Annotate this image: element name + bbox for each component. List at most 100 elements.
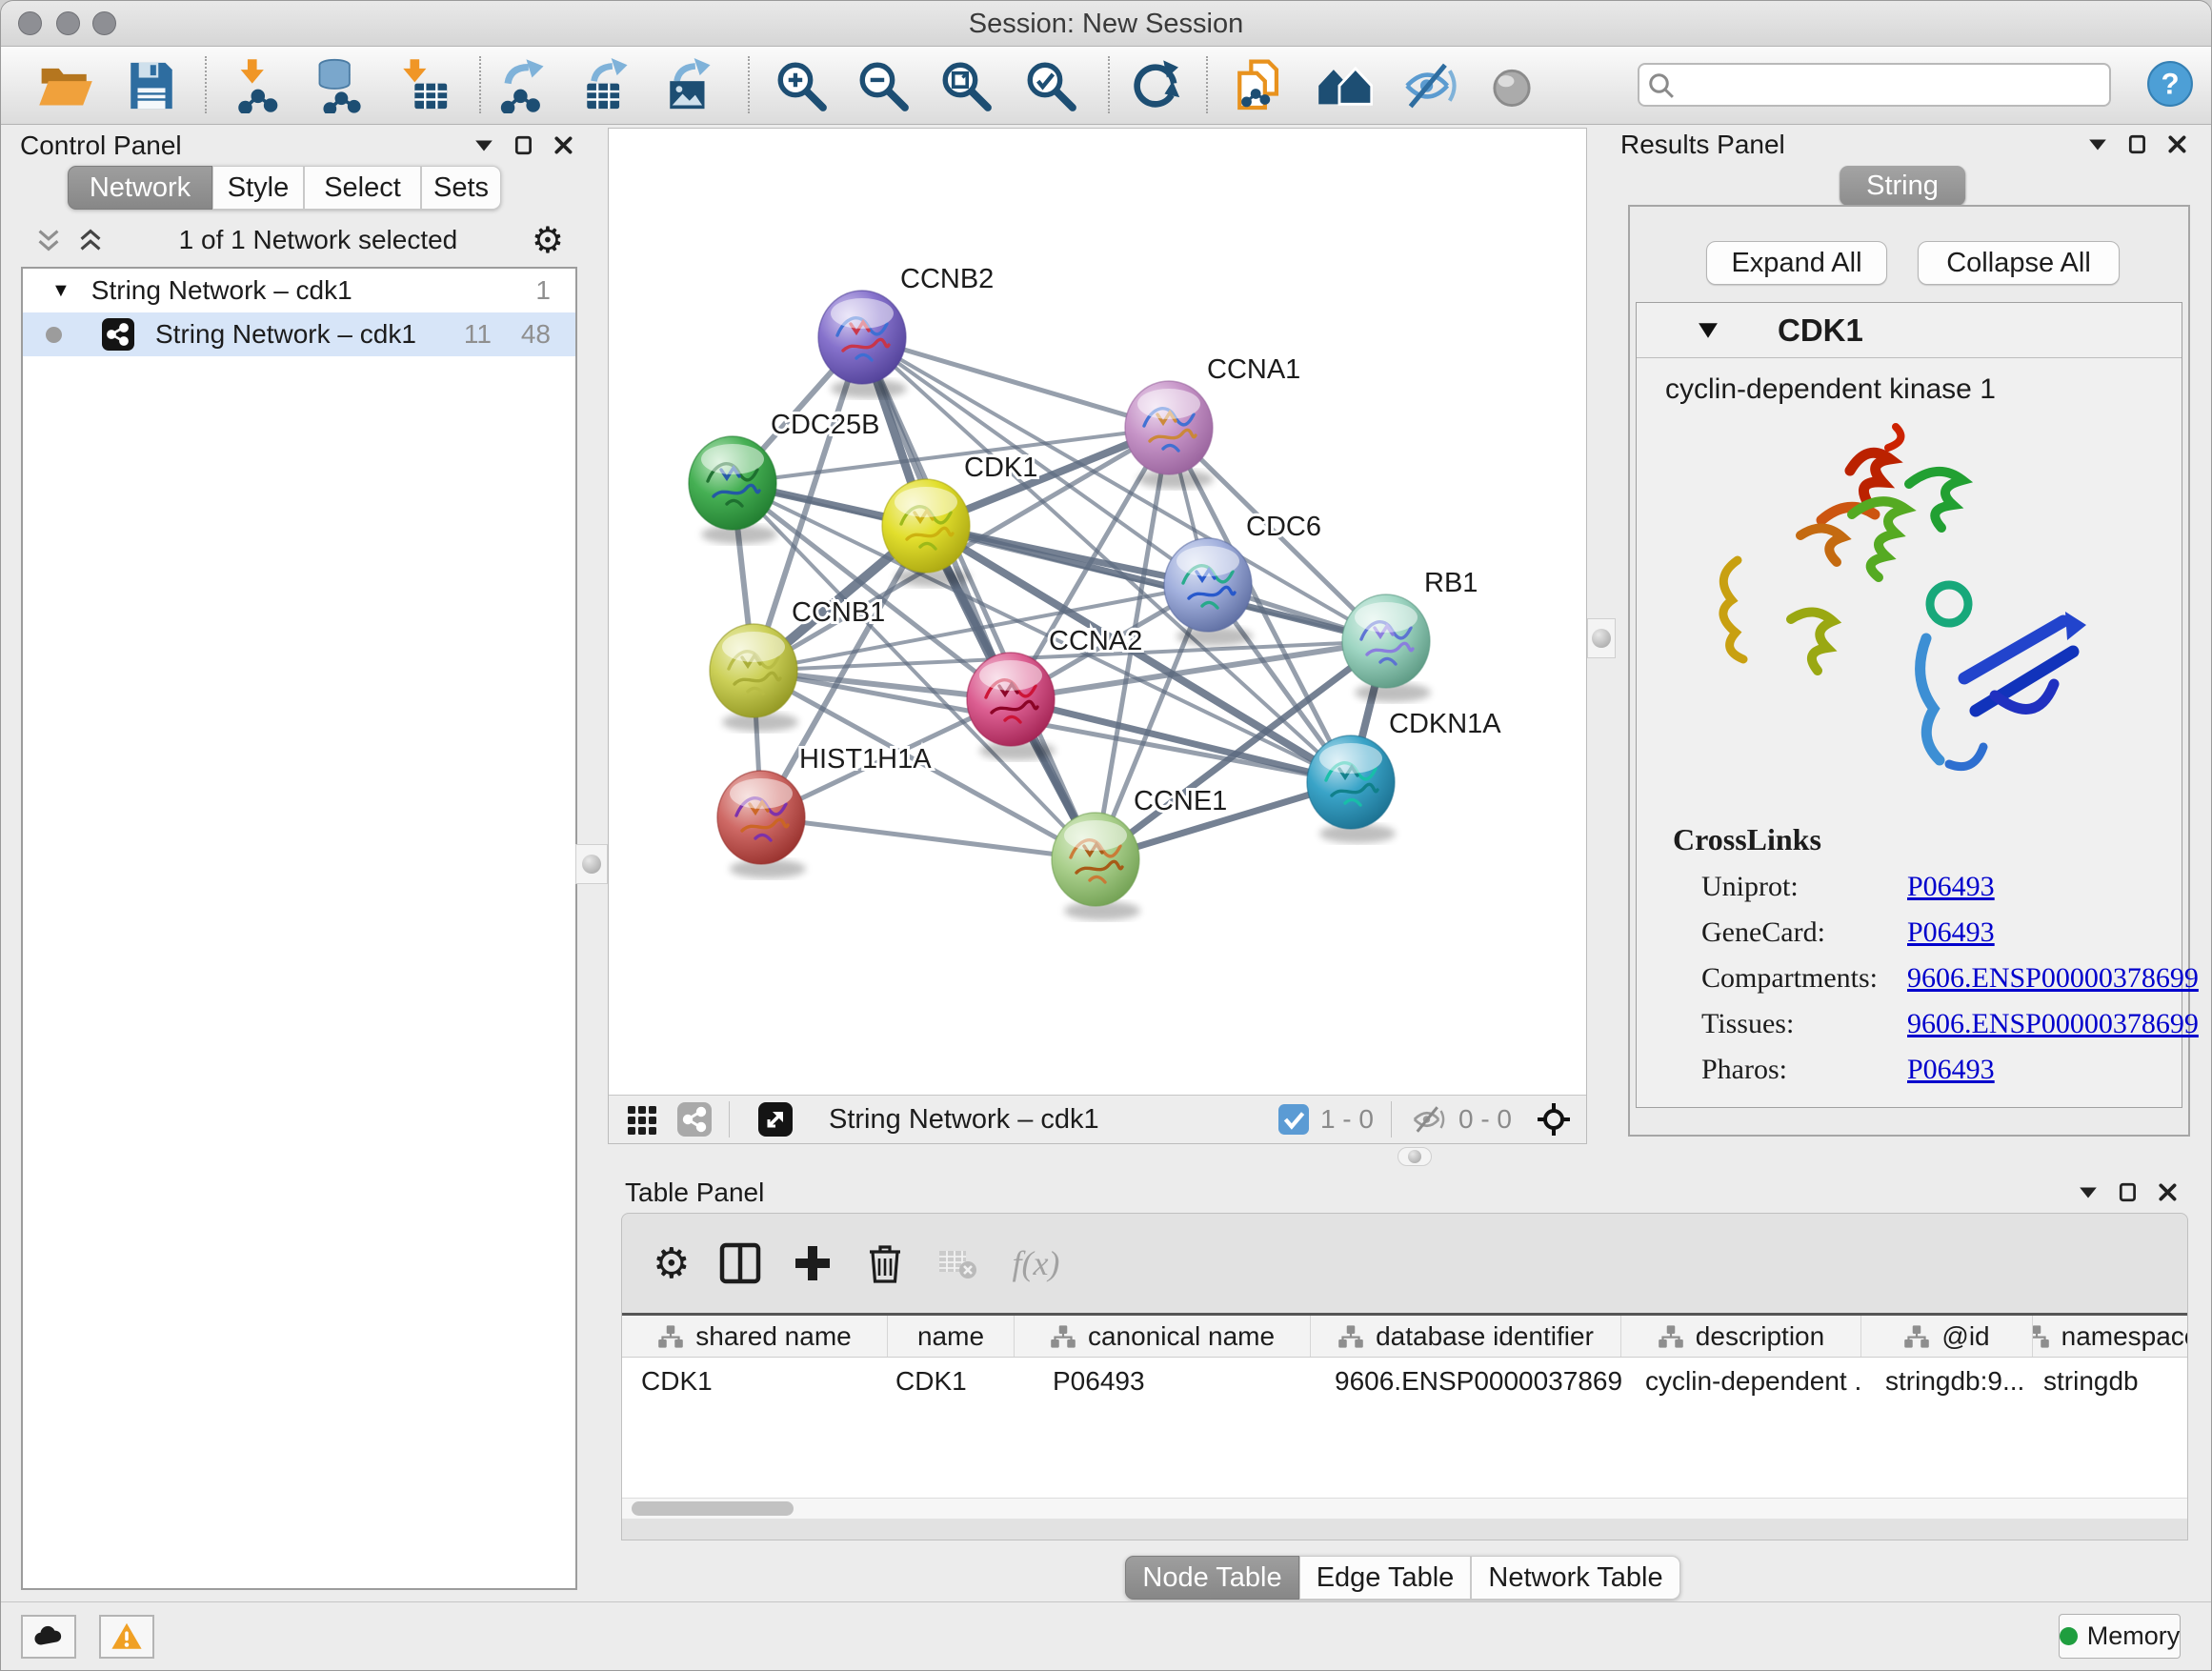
panel-close-icon[interactable] <box>553 135 574 156</box>
control-panel: Control Panel Network Style Select Sets … <box>9 128 590 1603</box>
protein-description: cyclin-dependent kinase 1 <box>1665 373 1996 406</box>
grid-view-button[interactable] <box>626 1102 660 1137</box>
network-edge <box>862 337 1169 428</box>
horizontal-scrollbar[interactable] <box>622 1498 2187 1519</box>
protein-header-row[interactable]: CDK1 <box>1637 303 2182 358</box>
open-session-button[interactable] <box>38 58 93 113</box>
column-header[interactable]: @id <box>1861 1316 2033 1357</box>
hidden-items-button[interactable] <box>1409 1102 1447 1137</box>
tab-string[interactable]: String <box>1840 166 1965 206</box>
network-node-CDC6[interactable]: CDC6 <box>1164 512 1321 646</box>
collection-expander-icon[interactable]: ▼ <box>51 280 70 302</box>
crosslink-label: Tissues: <box>1701 1008 1907 1040</box>
expand-all-networks-icon[interactable] <box>76 228 105 252</box>
network-node-HIST1H1A[interactable]: HIST1H1A <box>717 744 932 878</box>
tab-network[interactable]: Network <box>68 166 212 210</box>
tab-edge-table[interactable]: Edge Table <box>1299 1556 1471 1600</box>
network-list: ▼ String Network – cdk1 1 String Network… <box>21 267 577 1590</box>
title-bar: Session: New Session <box>1 1 2211 47</box>
panel-menu-icon[interactable] <box>2087 134 2108 155</box>
panel-float-icon[interactable] <box>513 135 534 156</box>
column-header[interactable]: namespace <box>2033 1316 2187 1357</box>
node-label-CDC25B: CDC25B <box>771 410 879 440</box>
import-table-button[interactable] <box>396 58 452 113</box>
panel-close-icon[interactable] <box>2158 1182 2179 1203</box>
export-table-button[interactable] <box>580 58 635 113</box>
table-options-gear-icon[interactable]: ⚙ <box>653 1239 690 1288</box>
zoom-selected-button[interactable] <box>1023 58 1078 113</box>
crosslink-link[interactable]: P06493 <box>1907 871 1995 903</box>
export-image-button[interactable] <box>663 58 718 113</box>
left-splitter-handle[interactable] <box>575 844 608 884</box>
import-network-button[interactable] <box>231 58 287 113</box>
zoom-out-button[interactable] <box>855 58 911 113</box>
delete-column-button[interactable] <box>863 1241 907 1285</box>
panel-float-icon[interactable] <box>2127 134 2148 155</box>
panel-close-icon[interactable] <box>2167 134 2188 155</box>
network-node-CDKN1A[interactable]: CDKN1A <box>1307 709 1501 843</box>
home-button[interactable] <box>1317 58 1373 113</box>
cloud-button[interactable] <box>21 1615 76 1659</box>
show-all-button[interactable] <box>1484 58 1539 113</box>
import-network-from-database-button[interactable] <box>312 58 367 113</box>
column-type-icon <box>657 1323 684 1350</box>
tab-sets[interactable]: Sets <box>421 166 501 210</box>
crosslink-link[interactable]: P06493 <box>1907 916 1995 949</box>
zoom-in-button[interactable] <box>774 58 829 113</box>
crosslink-link[interactable]: 9606.ENSP00000378699 <box>1907 962 2199 995</box>
bottom-splitter-handle[interactable] <box>1398 1147 1432 1166</box>
crosslink-row: GeneCard: P06493 <box>1673 916 2162 949</box>
tab-network-table[interactable]: Network Table <box>1471 1556 1680 1600</box>
column-header[interactable]: canonical name <box>1015 1316 1311 1357</box>
help-button[interactable]: ? <box>2146 60 2194 108</box>
toolbar-separator <box>1206 56 1208 113</box>
right-splitter-handle[interactable] <box>1587 618 1616 658</box>
panel-float-icon[interactable] <box>2118 1182 2139 1203</box>
selected-nodes-checkbox[interactable] <box>1278 1104 1309 1135</box>
memory-button[interactable]: Memory <box>2059 1614 2181 1659</box>
crosslink-link[interactable]: P06493 <box>1907 1054 1995 1086</box>
memory-label: Memory <box>2087 1621 2181 1651</box>
zoom-selected-icon <box>1023 58 1078 113</box>
export-network-button[interactable] <box>496 58 552 113</box>
collapse-all-button[interactable]: Collapse All <box>1918 241 2120 285</box>
hide-selected-button[interactable] <box>1401 58 1457 113</box>
crosslink-label: Pharos: <box>1701 1054 1907 1086</box>
warnings-button[interactable] <box>99 1615 154 1659</box>
detach-view-button[interactable] <box>758 1102 793 1137</box>
column-header[interactable]: name <box>888 1316 1015 1357</box>
birds-eye-button[interactable] <box>1537 1102 1571 1137</box>
string-view-button[interactable] <box>677 1102 712 1137</box>
scrollbar-thumb[interactable] <box>632 1501 794 1516</box>
network-canvas[interactable]: CCNB2CCNA1CDC25BCDK1CDC6RB1CCNB1CCNA2CDK… <box>609 129 1586 1095</box>
network-node-CCNE1[interactable]: CCNE1 <box>1052 786 1227 920</box>
control-panel-tabs: Network Style Select Sets <box>68 166 501 210</box>
crosslink-link[interactable]: 9606.ENSP00000378699 <box>1907 1008 2199 1040</box>
zoom-fit-button[interactable] <box>938 58 994 113</box>
network-options-gear-icon[interactable]: ⚙ <box>532 222 564 258</box>
tab-node-table[interactable]: Node Table <box>1125 1556 1299 1600</box>
column-header[interactable]: description <box>1621 1316 1861 1357</box>
tab-style[interactable]: Style <box>212 166 304 210</box>
panel-menu-icon[interactable] <box>2078 1182 2099 1203</box>
add-column-button[interactable] <box>791 1241 835 1285</box>
expand-all-button[interactable]: Expand All <box>1706 241 1887 285</box>
search-input[interactable] <box>1638 63 2111 107</box>
network-node-RB1[interactable]: RB1 <box>1342 568 1478 702</box>
refresh-view-button[interactable] <box>1129 58 1184 113</box>
table-row[interactable]: CDK1 CDK1 P06493 9606.ENSP00000378699 cy… <box>622 1358 2187 1405</box>
open-in-new-icon <box>758 1102 793 1137</box>
collapse-all-networks-icon[interactable] <box>34 228 63 252</box>
panel-menu-icon[interactable] <box>473 135 494 156</box>
column-header[interactable]: shared name <box>622 1316 888 1357</box>
save-session-button[interactable] <box>124 58 179 113</box>
protein-expander-icon[interactable] <box>1698 322 1719 339</box>
network-collection-row[interactable]: ▼ String Network – cdk1 1 <box>23 269 575 312</box>
network-row[interactable]: String Network – cdk1 11 48 <box>23 312 575 356</box>
tab-select[interactable]: Select <box>304 166 421 210</box>
show-columns-button[interactable] <box>718 1241 762 1285</box>
clone-network-button[interactable] <box>1233 58 1288 113</box>
eye-slash-icon <box>1401 58 1457 113</box>
results-panel-title: Results Panel <box>1620 130 1785 160</box>
column-header[interactable]: database identifier <box>1311 1316 1621 1357</box>
